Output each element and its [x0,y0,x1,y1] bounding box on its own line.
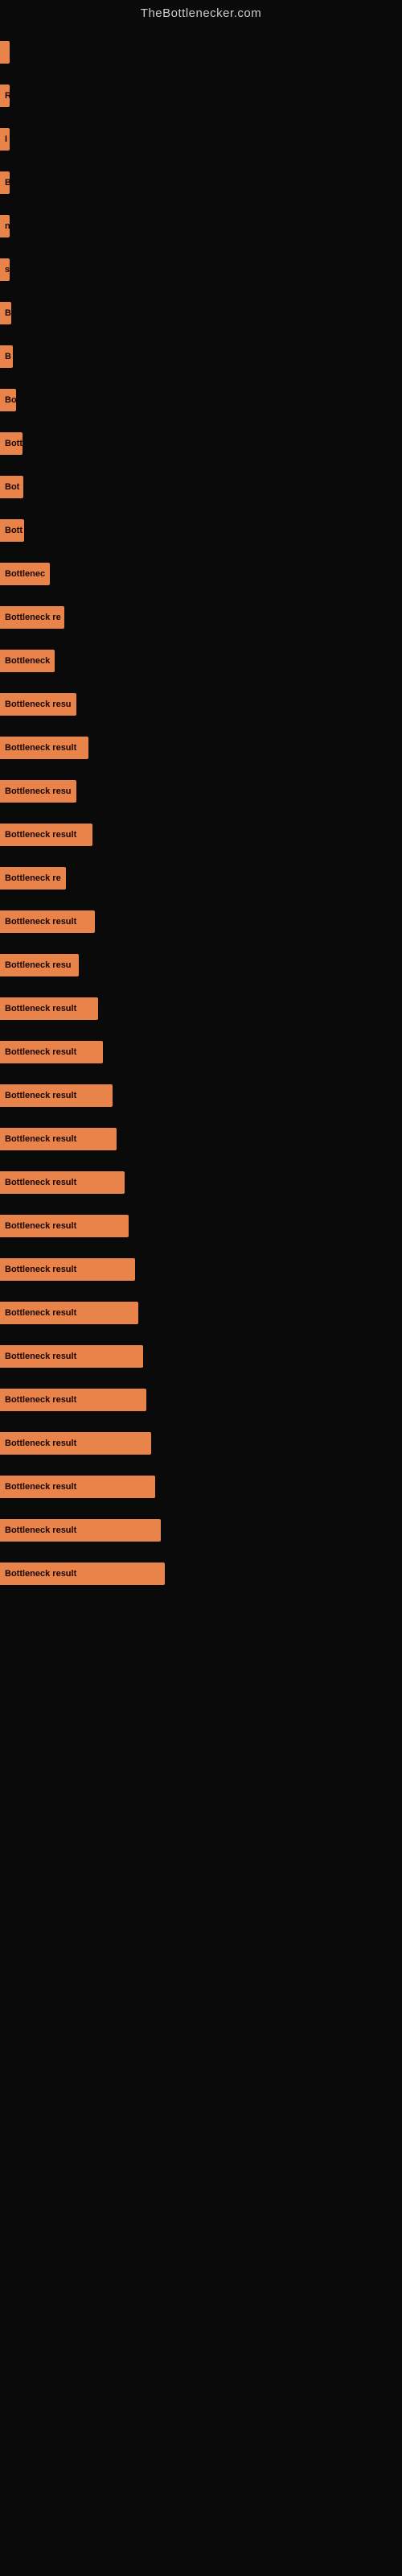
bar-label: s [0,258,10,281]
list-item: Bottleneck result [0,1553,402,1595]
list-item: Bottleneck result [0,1118,402,1160]
bar-label: Bottleneck result [0,1041,103,1063]
list-item: Bottleneck result [0,1249,402,1290]
list-item: I [0,118,402,160]
list-item: s [0,249,402,291]
list-item [0,31,402,73]
bar-label: Bott [0,519,24,542]
list-item: B [0,336,402,378]
bar-label: Bottleneck result [0,1215,129,1237]
bar-label: Bottleneck re [0,606,64,629]
bar-label [0,41,10,64]
list-item: Bottleneck result [0,1205,402,1247]
bar-label: Bottleneck result [0,1084,113,1107]
list-item: Bottleneck result [0,1379,402,1421]
list-item: Bottleneck [0,640,402,682]
bar-label: Bottleneck result [0,910,95,933]
site-title-container: TheBottlenecker.com [0,0,402,23]
list-item: Bo [0,379,402,421]
bar-chart: RIBnsBBBoBottBotBottBottlenecBottleneck … [0,23,402,1604]
bar-label: Bottleneck result [0,737,88,759]
bar-label: R [0,85,10,107]
list-item: Bot [0,466,402,508]
list-item: Bottleneck result [0,901,402,943]
bar-label: Bottleneck result [0,1432,151,1455]
list-item: Bottleneck result [0,727,402,769]
list-item: Bottleneck result [0,1422,402,1464]
bar-label: Bottleneck result [0,1171,125,1194]
bar-label: B [0,345,13,368]
bar-label: Bottleneck result [0,1258,135,1281]
bar-label: I [0,128,10,151]
list-item: R [0,75,402,117]
list-item: Bottleneck resu [0,683,402,725]
list-item: Bottleneck re [0,857,402,899]
bar-label: n [0,215,10,237]
bar-label: Bo [0,389,16,411]
bar-label: Bottleneck result [0,1302,138,1324]
bar-label: Bottleneck result [0,997,98,1020]
list-item: B [0,292,402,334]
site-title: TheBottlenecker.com [0,0,402,23]
list-item: Bottleneck result [0,1075,402,1117]
bar-label: Bottleneck resu [0,780,76,803]
list-item: n [0,205,402,247]
list-item: Bottleneck resu [0,944,402,986]
bar-label: B [0,171,10,194]
bar-label: B [0,302,11,324]
bar-label: Bottleneck result [0,1563,165,1585]
bar-label: Bottleneck result [0,1345,143,1368]
list-item: Bott [0,510,402,551]
bar-label: Bottleneck [0,650,55,672]
list-item: B [0,162,402,204]
list-item: Bottleneck re [0,597,402,638]
bar-label: Bottlenec [0,563,50,585]
bar-label: Bottleneck result [0,1476,155,1498]
list-item: Bottleneck result [0,1509,402,1551]
bar-label: Bot [0,476,23,498]
list-item: Bottleneck result [0,1335,402,1377]
bar-label: Bottleneck result [0,1389,146,1411]
bar-label: Bottleneck result [0,824,92,846]
list-item: Bottleneck result [0,1162,402,1203]
list-item: Bottleneck result [0,1031,402,1073]
bar-label: Bottleneck re [0,867,66,890]
list-item: Bottleneck resu [0,770,402,812]
bar-label: Bottleneck result [0,1128,117,1150]
bar-label: Bott [0,432,23,455]
list-item: Bottlenec [0,553,402,595]
list-item: Bott [0,423,402,464]
list-item: Bottleneck result [0,988,402,1030]
list-item: Bottleneck result [0,1292,402,1334]
bar-label: Bottleneck result [0,1519,161,1542]
bar-label: Bottleneck resu [0,954,79,976]
list-item: Bottleneck result [0,1466,402,1508]
bar-label: Bottleneck resu [0,693,76,716]
list-item: Bottleneck result [0,814,402,856]
